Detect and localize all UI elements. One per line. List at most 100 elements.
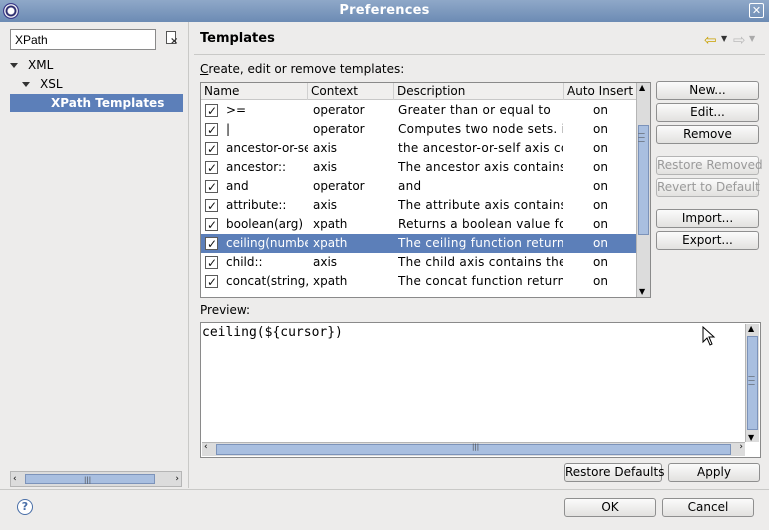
- ok-button[interactable]: OK: [564, 498, 656, 517]
- template-context: xpath: [313, 217, 348, 231]
- scroll-up-icon[interactable]: ▲: [748, 324, 754, 333]
- template-auto-insert: on: [593, 255, 608, 269]
- template-context: operator: [313, 179, 365, 193]
- help-icon[interactable]: ?: [17, 499, 33, 515]
- scroll-up-icon[interactable]: ▲: [639, 83, 645, 92]
- enabled-checkbox[interactable]: [205, 216, 218, 235]
- expand-arrow-icon[interactable]: [10, 63, 18, 68]
- enabled-checkbox[interactable]: [205, 235, 218, 254]
- mouse-pointer-icon: [702, 326, 716, 346]
- column-header-name[interactable]: Name: [201, 83, 308, 100]
- preview-horizontal-scrollbar[interactable]: ‹ ||| ›: [202, 442, 745, 456]
- pane-divider[interactable]: [188, 22, 189, 488]
- template-auto-insert: on: [593, 217, 608, 231]
- enabled-checkbox[interactable]: [205, 140, 218, 159]
- template-context: xpath: [313, 274, 348, 288]
- table-row[interactable]: ancestor::axis The ancestor axis contains…: [201, 158, 636, 178]
- templates-table[interactable]: Name Context Description Auto Insert >= o…: [200, 82, 651, 298]
- title-bar: Preferences ✕: [0, 0, 769, 22]
- clear-filter-icon[interactable]: ×: [164, 31, 180, 47]
- revert-to-default-button[interactable]: Revert to Default: [656, 178, 760, 197]
- table-row[interactable]: concat(string, xpath The concat function r…: [201, 272, 636, 292]
- column-header-context[interactable]: Context: [308, 83, 394, 100]
- template-auto-insert: on: [593, 236, 608, 250]
- template-name: child::: [226, 255, 263, 269]
- scroll-left-icon[interactable]: ‹: [13, 472, 17, 486]
- restore-removed-button[interactable]: Restore Removed: [656, 156, 763, 175]
- edit-button[interactable]: Edit...: [656, 103, 759, 122]
- tree-horizontal-scrollbar[interactable]: ‹ ||| ›: [10, 471, 182, 487]
- table-row[interactable]: attribute::axis The attribute axis contai…: [201, 196, 636, 216]
- scroll-grip: — — —: [638, 129, 645, 145]
- tree-item-xml[interactable]: XML: [10, 56, 180, 74]
- scroll-down-icon[interactable]: ▼: [748, 433, 754, 442]
- template-context: axis: [313, 198, 338, 212]
- scroll-right-icon[interactable]: ›: [739, 442, 743, 452]
- template-context: xpath: [313, 236, 348, 250]
- table-row[interactable]: boolean(arg) xpath Returns a boolean value…: [201, 215, 636, 235]
- table-row[interactable]: child::axis The child axis contains the c…: [201, 253, 636, 273]
- scroll-right-icon[interactable]: ›: [175, 472, 179, 486]
- enabled-checkbox[interactable]: [205, 178, 218, 197]
- template-description: The child axis contains the ch: [398, 255, 563, 269]
- table-row[interactable]: ancestor-or-se axis the ancestor-or-self a…: [201, 139, 636, 159]
- enabled-checkbox[interactable]: [205, 254, 218, 273]
- remove-button[interactable]: Remove: [656, 125, 759, 144]
- chevron-down-icon[interactable]: ▼: [721, 34, 727, 43]
- template-context: axis: [313, 255, 338, 269]
- table-row[interactable]: >= operator Greater than or equal to on: [201, 101, 636, 121]
- header-divider: [194, 54, 765, 55]
- column-header-description[interactable]: Description: [394, 83, 564, 100]
- preview-pane[interactable]: ceiling(${cursor}) ▲ — — — ▼ ‹ ||| ›: [200, 322, 761, 458]
- template-name: |: [226, 122, 231, 136]
- tree-item-label: XPath Templates: [51, 96, 165, 110]
- apply-button[interactable]: Apply: [668, 463, 760, 482]
- preview-text[interactable]: ceiling(${cursor}): [202, 325, 343, 340]
- template-description: Returns a boolean value for a: [398, 217, 563, 231]
- filter-input[interactable]: [10, 29, 156, 50]
- table-vertical-scrollbar[interactable]: ▲ — — — ▼: [636, 83, 650, 297]
- tree-item-xpath-templates[interactable]: XPath Templates: [10, 94, 183, 112]
- template-description: the ancestor-or-self axis cont: [398, 141, 563, 155]
- scroll-left-icon[interactable]: ‹: [204, 442, 208, 452]
- preview-vertical-scrollbar[interactable]: ▲ — — — ▼: [745, 324, 759, 442]
- table-row[interactable]: | operator Computes two node sets. i.e on: [201, 120, 636, 140]
- scroll-down-icon[interactable]: ▼: [639, 287, 645, 296]
- template-auto-insert: on: [593, 122, 608, 136]
- column-header-auto-insert[interactable]: Auto Insert: [564, 83, 636, 100]
- expand-arrow-icon[interactable]: [22, 82, 30, 87]
- export-button[interactable]: Export...: [656, 231, 759, 250]
- template-description: and: [398, 179, 422, 193]
- enabled-checkbox[interactable]: [205, 159, 218, 178]
- template-description: The attribute axis contains th: [398, 198, 563, 212]
- cancel-button[interactable]: Cancel: [662, 498, 754, 517]
- import-button[interactable]: Import...: [656, 209, 759, 228]
- template-name: boolean(arg): [226, 217, 304, 231]
- template-context: operator: [313, 103, 365, 117]
- template-context: axis: [313, 160, 338, 174]
- new-button[interactable]: New...: [656, 81, 759, 100]
- preference-tree-pane: × XML XSL XPath Templates ‹ ||| ›: [8, 28, 186, 488]
- enabled-checkbox[interactable]: [205, 273, 218, 292]
- enabled-checkbox[interactable]: [205, 102, 218, 121]
- close-icon[interactable]: ✕: [749, 3, 764, 18]
- templates-description: Create, edit or remove templates:: [200, 62, 405, 76]
- forward-arrow-icon: ⇨: [733, 31, 746, 49]
- table-row[interactable]: and operator and on: [201, 177, 636, 197]
- tree-item-label: XSL: [40, 77, 63, 91]
- template-auto-insert: on: [593, 103, 608, 117]
- scroll-thumb[interactable]: |||: [216, 443, 731, 455]
- template-name: >=: [226, 103, 247, 117]
- enabled-checkbox[interactable]: [205, 197, 218, 216]
- template-name: ceiling(number: [226, 236, 308, 250]
- enabled-checkbox[interactable]: [205, 121, 218, 140]
- template-context: operator: [313, 122, 365, 136]
- back-arrow-icon[interactable]: ⇦: [704, 31, 717, 49]
- scroll-thumb[interactable]: |||: [25, 474, 155, 484]
- restore-defaults-button[interactable]: Restore Defaults: [564, 463, 664, 482]
- template-name: concat(string,: [226, 274, 308, 288]
- tree-item-xsl[interactable]: XSL: [22, 75, 182, 93]
- template-name: attribute::: [226, 198, 287, 212]
- template-name: and: [226, 179, 249, 193]
- table-row[interactable]: ceiling(number xpath The ceiling function …: [201, 234, 636, 254]
